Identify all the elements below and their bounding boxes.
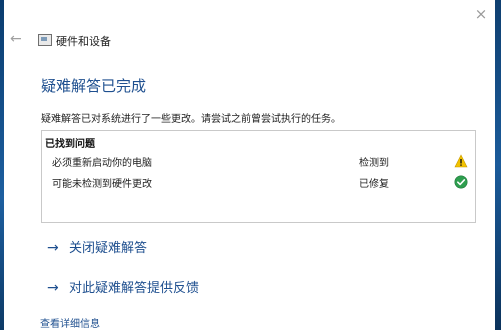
feedback-link[interactable]: → 对此疑难解答提供反馈 <box>47 277 199 297</box>
problem-label: 必须重新启动你的电脑 <box>52 158 152 169</box>
arrow-right-icon: → <box>47 240 59 256</box>
link-label: 关闭疑难解答 <box>69 241 148 256</box>
back-button[interactable]: ← <box>10 31 26 47</box>
page-heading: 疑难解答已完成 <box>41 77 147 95</box>
window-title: 硬件和设备 <box>56 35 111 48</box>
problem-row: 必须重新启动你的电脑 检测到 <box>42 153 475 171</box>
warning-icon <box>454 154 468 168</box>
close-button[interactable]: × <box>470 4 492 24</box>
problem-status: 已修复 <box>359 179 389 190</box>
arrow-right-icon: → <box>47 280 59 296</box>
problems-header: 已找到问题 <box>45 139 95 150</box>
view-details-link[interactable]: 查看详细信息 <box>40 315 100 330</box>
problem-row: 可能未检测到硬件更改 已修复 <box>42 174 475 192</box>
link-label: 对此疑难解答提供反馈 <box>69 281 200 296</box>
desktop-edge-right <box>495 0 501 330</box>
desktop-edge-left <box>0 0 4 330</box>
hardware-app-icon <box>38 34 52 46</box>
description-text: 疑难解答已对系统进行了一些更改。请尝试之前曾尝试执行的任务。 <box>41 114 341 125</box>
check-icon <box>454 175 468 189</box>
close-troubleshooter-link[interactable]: → 关闭疑难解答 <box>47 237 147 257</box>
problem-status: 检测到 <box>359 158 389 169</box>
problem-label: 可能未检测到硬件更改 <box>52 179 152 190</box>
problems-found-panel: 已找到问题 必须重新启动你的电脑 检测到 可能未检测到硬件更改 已修复 <box>41 130 476 223</box>
